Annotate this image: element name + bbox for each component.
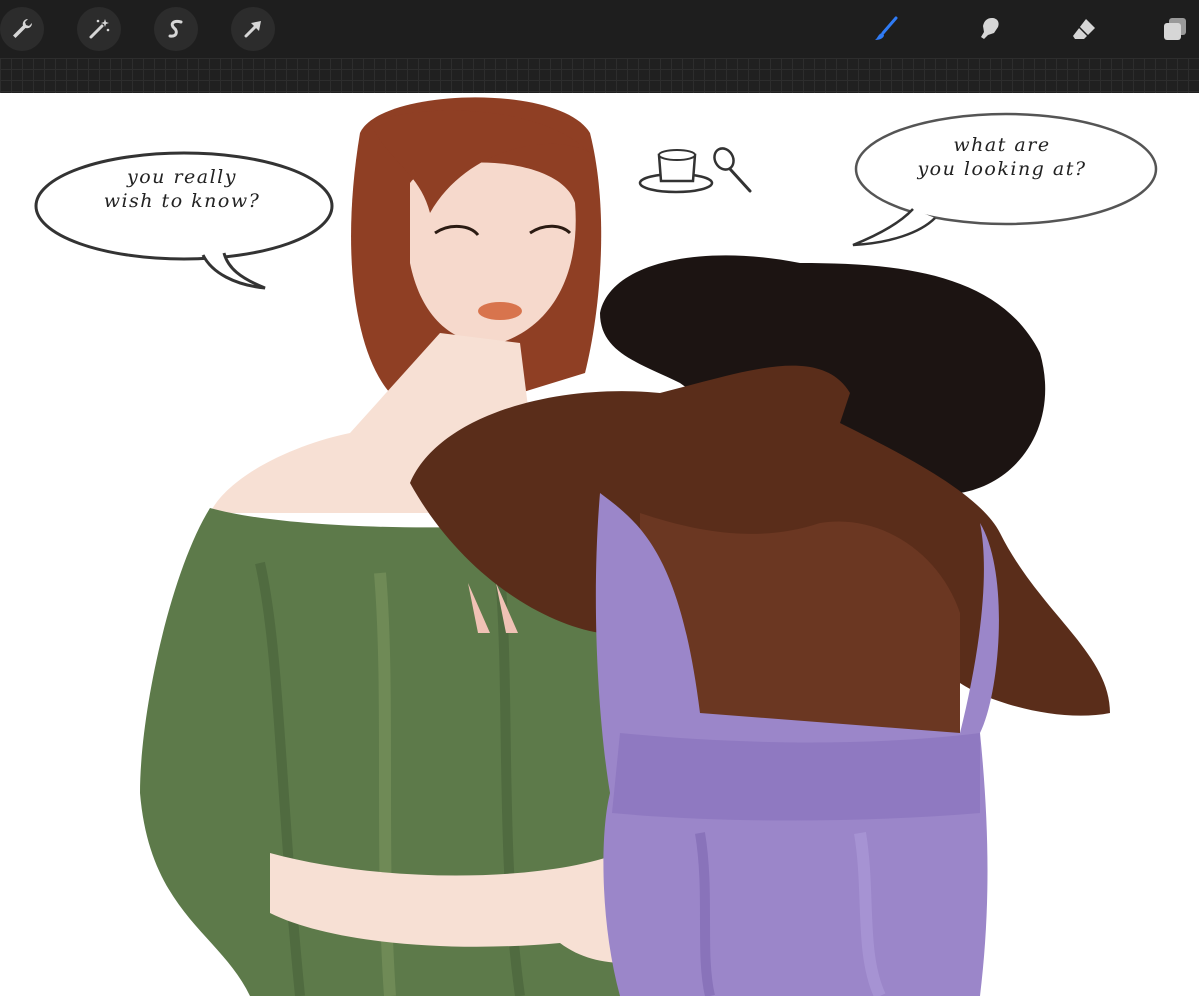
brush-tool-button[interactable] xyxy=(864,7,908,51)
eraser-icon xyxy=(1071,16,1097,42)
wrench-icon xyxy=(9,16,35,42)
arrow-cursor-icon xyxy=(240,16,266,42)
actions-button[interactable] xyxy=(0,7,44,51)
canvas-grid-strip xyxy=(0,58,1199,93)
speech-bubble-right-text: what are you looking at? xyxy=(917,134,1087,180)
brush-icon xyxy=(873,16,899,42)
transform-button[interactable] xyxy=(231,7,275,51)
eraser-tool-button[interactable] xyxy=(1062,7,1106,51)
teacup-icon xyxy=(638,149,714,194)
selection-button[interactable] xyxy=(154,7,198,51)
layers-button[interactable] xyxy=(1153,7,1197,51)
adjustments-button[interactable] xyxy=(77,7,121,51)
illustration xyxy=(34,97,1158,996)
speech-bubble-left-text: you really wish to know? xyxy=(103,166,261,212)
selection-s-icon xyxy=(163,16,189,42)
smudge-tool-button[interactable] xyxy=(967,7,1011,51)
smudge-finger-icon xyxy=(976,16,1002,42)
drawing-canvas[interactable]: you really wish to know? what are you lo… xyxy=(0,93,1199,996)
magic-wand-icon xyxy=(86,16,112,42)
layers-icon xyxy=(1162,16,1188,42)
top-toolbar xyxy=(0,0,1199,58)
spoon-icon xyxy=(713,147,752,193)
